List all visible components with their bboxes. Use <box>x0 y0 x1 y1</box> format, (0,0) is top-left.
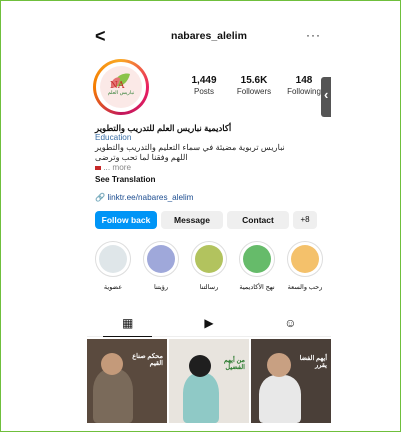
reels-icon: ▶ <box>204 316 214 330</box>
followers-count: 15.6K <box>240 75 268 86</box>
profile-tabs: ▦ ▶ ☺ <box>87 313 331 337</box>
tab-tagged[interactable]: ☺ <box>250 313 331 336</box>
highlight-cover <box>95 241 131 277</box>
story-highlights: عضوية رؤيتنا رسالتنا نهج الأكاديمية رحب … <box>87 241 331 303</box>
grid-icon: ▦ <box>121 316 134 330</box>
highlight-item[interactable]: رؤيتنا <box>139 241 183 291</box>
highlight-cover <box>143 241 179 277</box>
top-bar: < nabares_alelim ··· <box>87 26 331 49</box>
post-thumbnail[interactable]: أيهم الفضا يقرر <box>251 339 331 423</box>
post-figure <box>183 373 219 423</box>
username-title: nabares_alelim <box>171 30 247 42</box>
post-figure <box>93 369 133 423</box>
post-caption: أيهم الفضا يقرر <box>299 355 327 369</box>
highlight-item[interactable]: نهج الأكاديمية <box>235 241 279 291</box>
post-figure-head <box>189 355 211 377</box>
logo-text: نباريس العلم <box>107 90 135 96</box>
highlight-item[interactable]: رحب والسعة <box>283 241 327 291</box>
highlight-label: عضوية <box>103 284 123 291</box>
highlight-label: رسالتنا <box>199 284 219 291</box>
followers-label: Followers <box>236 87 272 96</box>
highlight-cover <box>239 241 275 277</box>
flag-icon <box>95 165 101 170</box>
avatar-story-ring[interactable]: NA نباريس العلم <box>93 59 149 115</box>
stat-followers[interactable]: 15.6K Followers <box>229 75 279 101</box>
post-thumbnail[interactable]: محكم صناع القيم <box>87 339 167 423</box>
more-options-icon[interactable]: ··· <box>306 28 321 42</box>
contact-button[interactable]: Contact <box>227 211 289 229</box>
academy-logo: NA نباريس العلم <box>100 66 142 108</box>
stat-posts[interactable]: 1,449 Posts <box>179 75 229 101</box>
instagram-profile-screen: < nabares_alelim ··· NA نباريس العلم 1,4… <box>87 23 331 423</box>
posts-grid: محكم صناع القيم من أيهم الفضيل أيهم الفض… <box>87 339 331 423</box>
post-figure <box>259 375 301 423</box>
post-figure-head <box>267 353 291 377</box>
bio-line-1: نباريس تربوية مضيئة في سماء التعليم والت… <box>95 143 285 152</box>
bio-line-2: اللهم وفقنا لما تحب وترضى <box>95 153 188 162</box>
action-buttons: Follow back Message Contact +8 <box>95 211 327 229</box>
follow-back-button[interactable]: Follow back <box>95 211 157 229</box>
logo-leaf-icon: NA <box>110 73 130 91</box>
highlight-item[interactable]: رسالتنا <box>187 241 231 291</box>
chevron-left-icon: ‹ <box>324 87 329 102</box>
highlight-cover <box>287 241 323 277</box>
see-translation-link[interactable]: See Translation <box>95 175 315 185</box>
profile-link[interactable]: 🔗 linktr.ee/nabares_alelim <box>95 193 194 203</box>
link-icon: 🔗 <box>95 193 106 202</box>
post-thumbnail[interactable]: من أيهم الفضيل <box>169 339 249 423</box>
side-panel-handle[interactable]: ‹ <box>321 77 331 117</box>
post-figure-head <box>101 353 123 375</box>
highlight-label: رؤيتنا <box>154 284 168 291</box>
avatar: NA نباريس العلم <box>96 62 146 112</box>
highlight-cover <box>191 241 227 277</box>
more-link[interactable]: ... more <box>103 163 131 172</box>
post-caption: محكم صناع القيم <box>132 353 163 367</box>
screenshot-frame: < nabares_alelim ··· NA نباريس العلم 1,4… <box>0 0 401 432</box>
profile-link-text: linktr.ee/nabares_alelim <box>107 193 194 202</box>
bio-more-row: ... more <box>95 163 315 173</box>
message-button[interactable]: Message <box>161 211 223 229</box>
highlight-item[interactable]: عضوية <box>91 241 135 291</box>
post-caption: من أيهم الفضيل <box>223 357 245 371</box>
tab-posts-grid[interactable]: ▦ <box>87 313 168 337</box>
posts-count: 1,449 <box>191 75 217 86</box>
category-label: Education <box>95 133 132 142</box>
highlight-label: نهج الأكاديمية <box>239 284 275 291</box>
tagged-icon: ☺ <box>284 316 297 330</box>
add-person-button[interactable]: +8 <box>293 211 317 229</box>
profile-bio: أكاديمية نباريس العلم للتدريب والتطوير E… <box>95 123 315 185</box>
display-name: أكاديمية نباريس العلم للتدريب والتطوير <box>95 123 232 133</box>
tab-reels[interactable]: ▶ <box>168 313 249 336</box>
posts-label: Posts <box>193 87 214 96</box>
highlight-label: رحب والسعة <box>287 284 323 291</box>
profile-stats: 1,449 Posts 15.6K Followers 148 Followin… <box>179 75 329 101</box>
